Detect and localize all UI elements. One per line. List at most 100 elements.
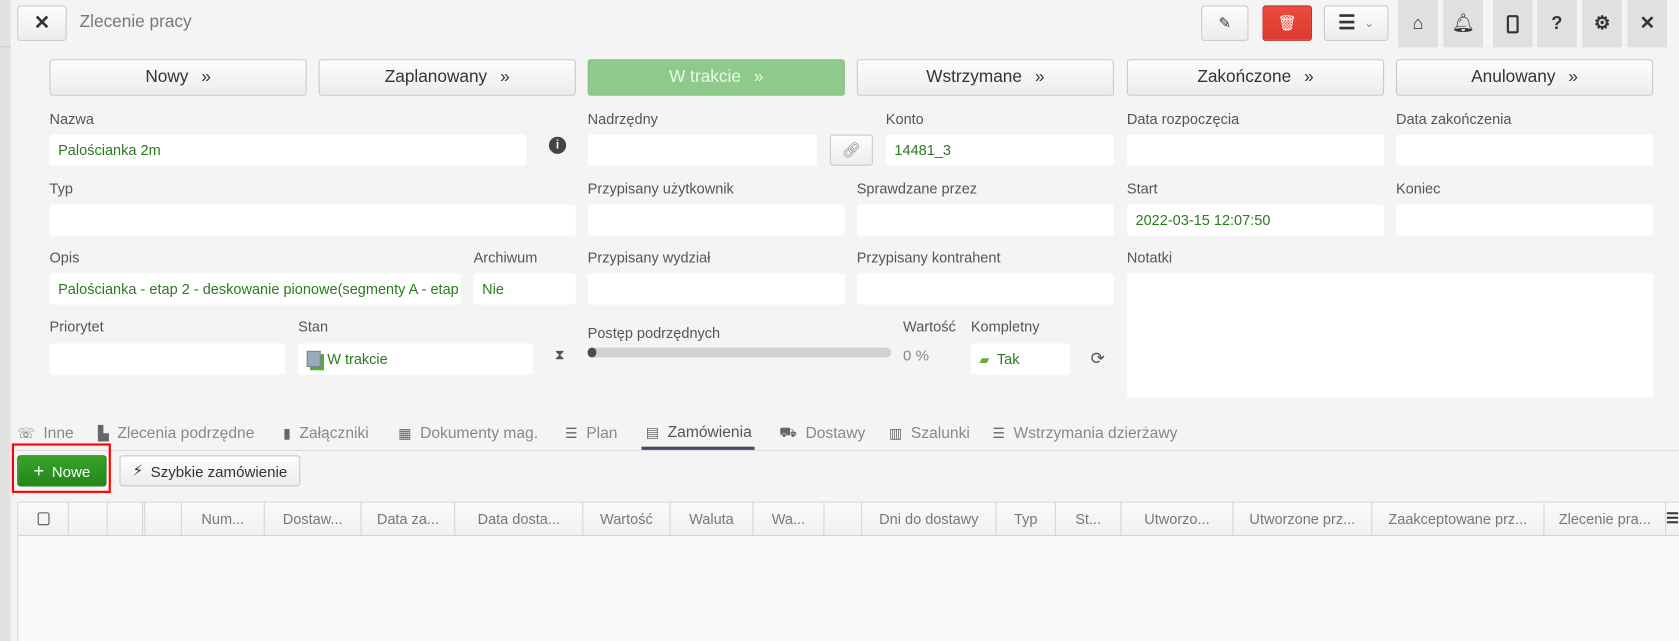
tab-plan[interactable]: ☰ Plan	[565, 419, 617, 449]
status-zakonczone-button[interactable]: Zakończone »	[1126, 59, 1385, 96]
column-header[interactable]: Zaakceptowane prz...	[1372, 502, 1545, 535]
chevron-right-icon: »	[1568, 67, 1578, 87]
home-button[interactable]: ⌂	[1398, 0, 1438, 48]
bell-icon: 🔔︎	[1451, 12, 1475, 34]
nadrzedny-input[interactable]	[587, 134, 817, 166]
menu-button[interactable]: ☰ ⌄	[1323, 5, 1389, 41]
przypisany-wydzial-input[interactable]	[587, 273, 845, 305]
przypisany-kontrahent-label: Przypisany kontrahent	[856, 249, 1001, 266]
data-rozpoczecia-input[interactable]	[1126, 134, 1385, 166]
column-header[interactable]: Typ	[997, 502, 1056, 535]
tab-wstrzymania-dzierzawy[interactable]: ☰ Wstrzymania dzierżawy	[992, 419, 1177, 449]
status-doc-icon	[306, 350, 321, 368]
nazwa-label: Nazwa	[49, 110, 94, 128]
status-anulowany-button[interactable]: Anulowany »	[1395, 59, 1654, 96]
tab-zlecenia-podrzedne[interactable]: ▙ Zlecenia podrzędne	[98, 419, 254, 449]
notifications-button[interactable]: 🔔︎	[1443, 0, 1484, 48]
koniec-input[interactable]	[1395, 204, 1654, 236]
truck-icon: ⛟	[779, 424, 797, 441]
tab-zalaczniki[interactable]: ▮ Załączniki	[283, 419, 369, 449]
status-label: Nowy	[145, 67, 189, 87]
column-header[interactable]: Zlecenie pra...	[1544, 502, 1667, 535]
przypisany-uzytkownik-input[interactable]	[587, 204, 845, 236]
start-input[interactable]: 2022-03-15 12:07:50	[1126, 204, 1385, 236]
link-button[interactable]: 🔗︎	[829, 134, 873, 166]
close-icon: ✕	[33, 11, 51, 34]
app: ✕ Zlecenie pracy ✎ 🗑 ☰ ⌄ ⌂ 🔔︎ ? ⚙ ✕ Nowy»…	[0, 0, 1679, 641]
hourglass-icon[interactable]: ⧗	[551, 347, 568, 364]
close-form-button[interactable]: ✕	[17, 5, 67, 41]
refresh-icon[interactable]: ⟳	[1088, 349, 1107, 368]
status-zaplanowany-button[interactable]: Zaplanowany »	[318, 59, 576, 96]
tab-zamowienia[interactable]: ▤ Zamówienia	[641, 419, 755, 450]
column-header[interactable]: Dostaw...	[265, 502, 362, 535]
stan-label: Stan	[298, 318, 329, 335]
checkbox[interactable]	[37, 512, 49, 526]
home-icon: ⌂	[1412, 12, 1424, 34]
column-header[interactable]: Waluta	[671, 502, 754, 535]
column-header[interactable]	[69, 502, 108, 535]
column-header[interactable]	[145, 502, 182, 535]
status-w-trakcie-button[interactable]: W trakcie »	[587, 59, 845, 96]
tab-dostawy[interactable]: ⛟ Dostawy	[779, 419, 865, 449]
column-header[interactable]: Wa...	[753, 502, 825, 535]
column-header[interactable]: Utworzo...	[1122, 502, 1234, 535]
przypisany-uzytkownik-label: Przypisany użytkownik	[587, 180, 734, 197]
mobile-button[interactable]	[1492, 0, 1533, 48]
delete-button[interactable]: 🗑	[1262, 5, 1313, 41]
edit-icon: ✎	[1218, 13, 1232, 32]
column-header[interactable]: Utworzone prz...	[1233, 502, 1373, 535]
sprawdzane-przez-label: Sprawdzane przez	[856, 180, 978, 197]
settings-button[interactable]: ⚙	[1582, 0, 1622, 48]
priorytet-input[interactable]	[49, 343, 286, 375]
wartosc-label: Wartość	[903, 318, 956, 335]
opis-label: Opis	[49, 249, 80, 266]
column-header[interactable]: St...	[1056, 502, 1122, 535]
status-nowy-button[interactable]: Nowy »	[49, 59, 307, 96]
select-all-checkbox-cell[interactable]	[18, 502, 69, 535]
grid-icon: ▦	[398, 425, 412, 442]
column-header[interactable]: Data za...	[362, 502, 456, 535]
building-icon: ▥	[889, 425, 903, 442]
column-header[interactable]: Data dosta...	[455, 502, 584, 535]
column-header[interactable]: Num...	[182, 502, 265, 535]
status-label: W trakcie	[669, 67, 741, 87]
data-zakonczenia-input[interactable]	[1395, 134, 1654, 166]
left-strip	[0, 0, 11, 641]
building-icon: ▙	[97, 425, 109, 442]
typ-input[interactable]	[49, 204, 576, 236]
file-icon: ▮	[283, 425, 291, 442]
status-wstrzymane-button[interactable]: Wstrzymane »	[856, 59, 1114, 96]
kompletny-label: Kompletny	[970, 318, 1040, 335]
stan-input[interactable]: W trakcie	[298, 343, 533, 375]
tab-label: Dostawy	[805, 425, 866, 443]
sprawdzane-przez-input[interactable]	[856, 204, 1114, 236]
list-icon: ☰	[565, 425, 578, 442]
postep-label: Postęp podrzędnych	[587, 325, 721, 342]
phone-icon: ☏	[17, 425, 35, 442]
tab-szalunki[interactable]: ▥ Szalunki	[889, 419, 970, 449]
button-label: Nowe	[51, 462, 91, 480]
opis-input[interactable]: Palościanka - etap 2 - deskowanie pionow…	[49, 273, 461, 305]
column-header[interactable]: Wartość	[583, 502, 671, 535]
notatki-textarea[interactable]	[1126, 273, 1654, 398]
column-header[interactable]	[108, 502, 146, 535]
edit-button[interactable]: ✎	[1201, 5, 1249, 41]
konto-input[interactable]: 14481_3	[885, 134, 1114, 166]
page-title: Zlecenie pracy	[79, 12, 192, 32]
quick-order-button[interactable]: ⚡︎ Szybkie zamówienie	[119, 455, 301, 487]
info-icon[interactable]: i	[548, 136, 567, 154]
gear-icon: ⚙	[1593, 12, 1611, 34]
kompletny-input[interactable]: ▰ Tak	[970, 343, 1070, 375]
plus-icon: +	[33, 460, 45, 481]
nazwa-input[interactable]: Palościanka 2m	[49, 134, 527, 166]
column-menu-button[interactable]: ☰	[1666, 503, 1679, 535]
column-header[interactable]	[824, 502, 863, 535]
column-header[interactable]: Dni do dostawy	[862, 502, 997, 535]
new-order-button[interactable]: + Nowe	[17, 455, 107, 487]
archiwum-input[interactable]: Nie	[473, 273, 576, 305]
tab-dokumenty-mag[interactable]: ▦ Dokumenty mag.	[398, 419, 538, 449]
close-window-button[interactable]: ✕	[1627, 0, 1668, 48]
help-button[interactable]: ?	[1536, 0, 1577, 48]
przypisany-kontrahent-input[interactable]	[856, 273, 1114, 305]
